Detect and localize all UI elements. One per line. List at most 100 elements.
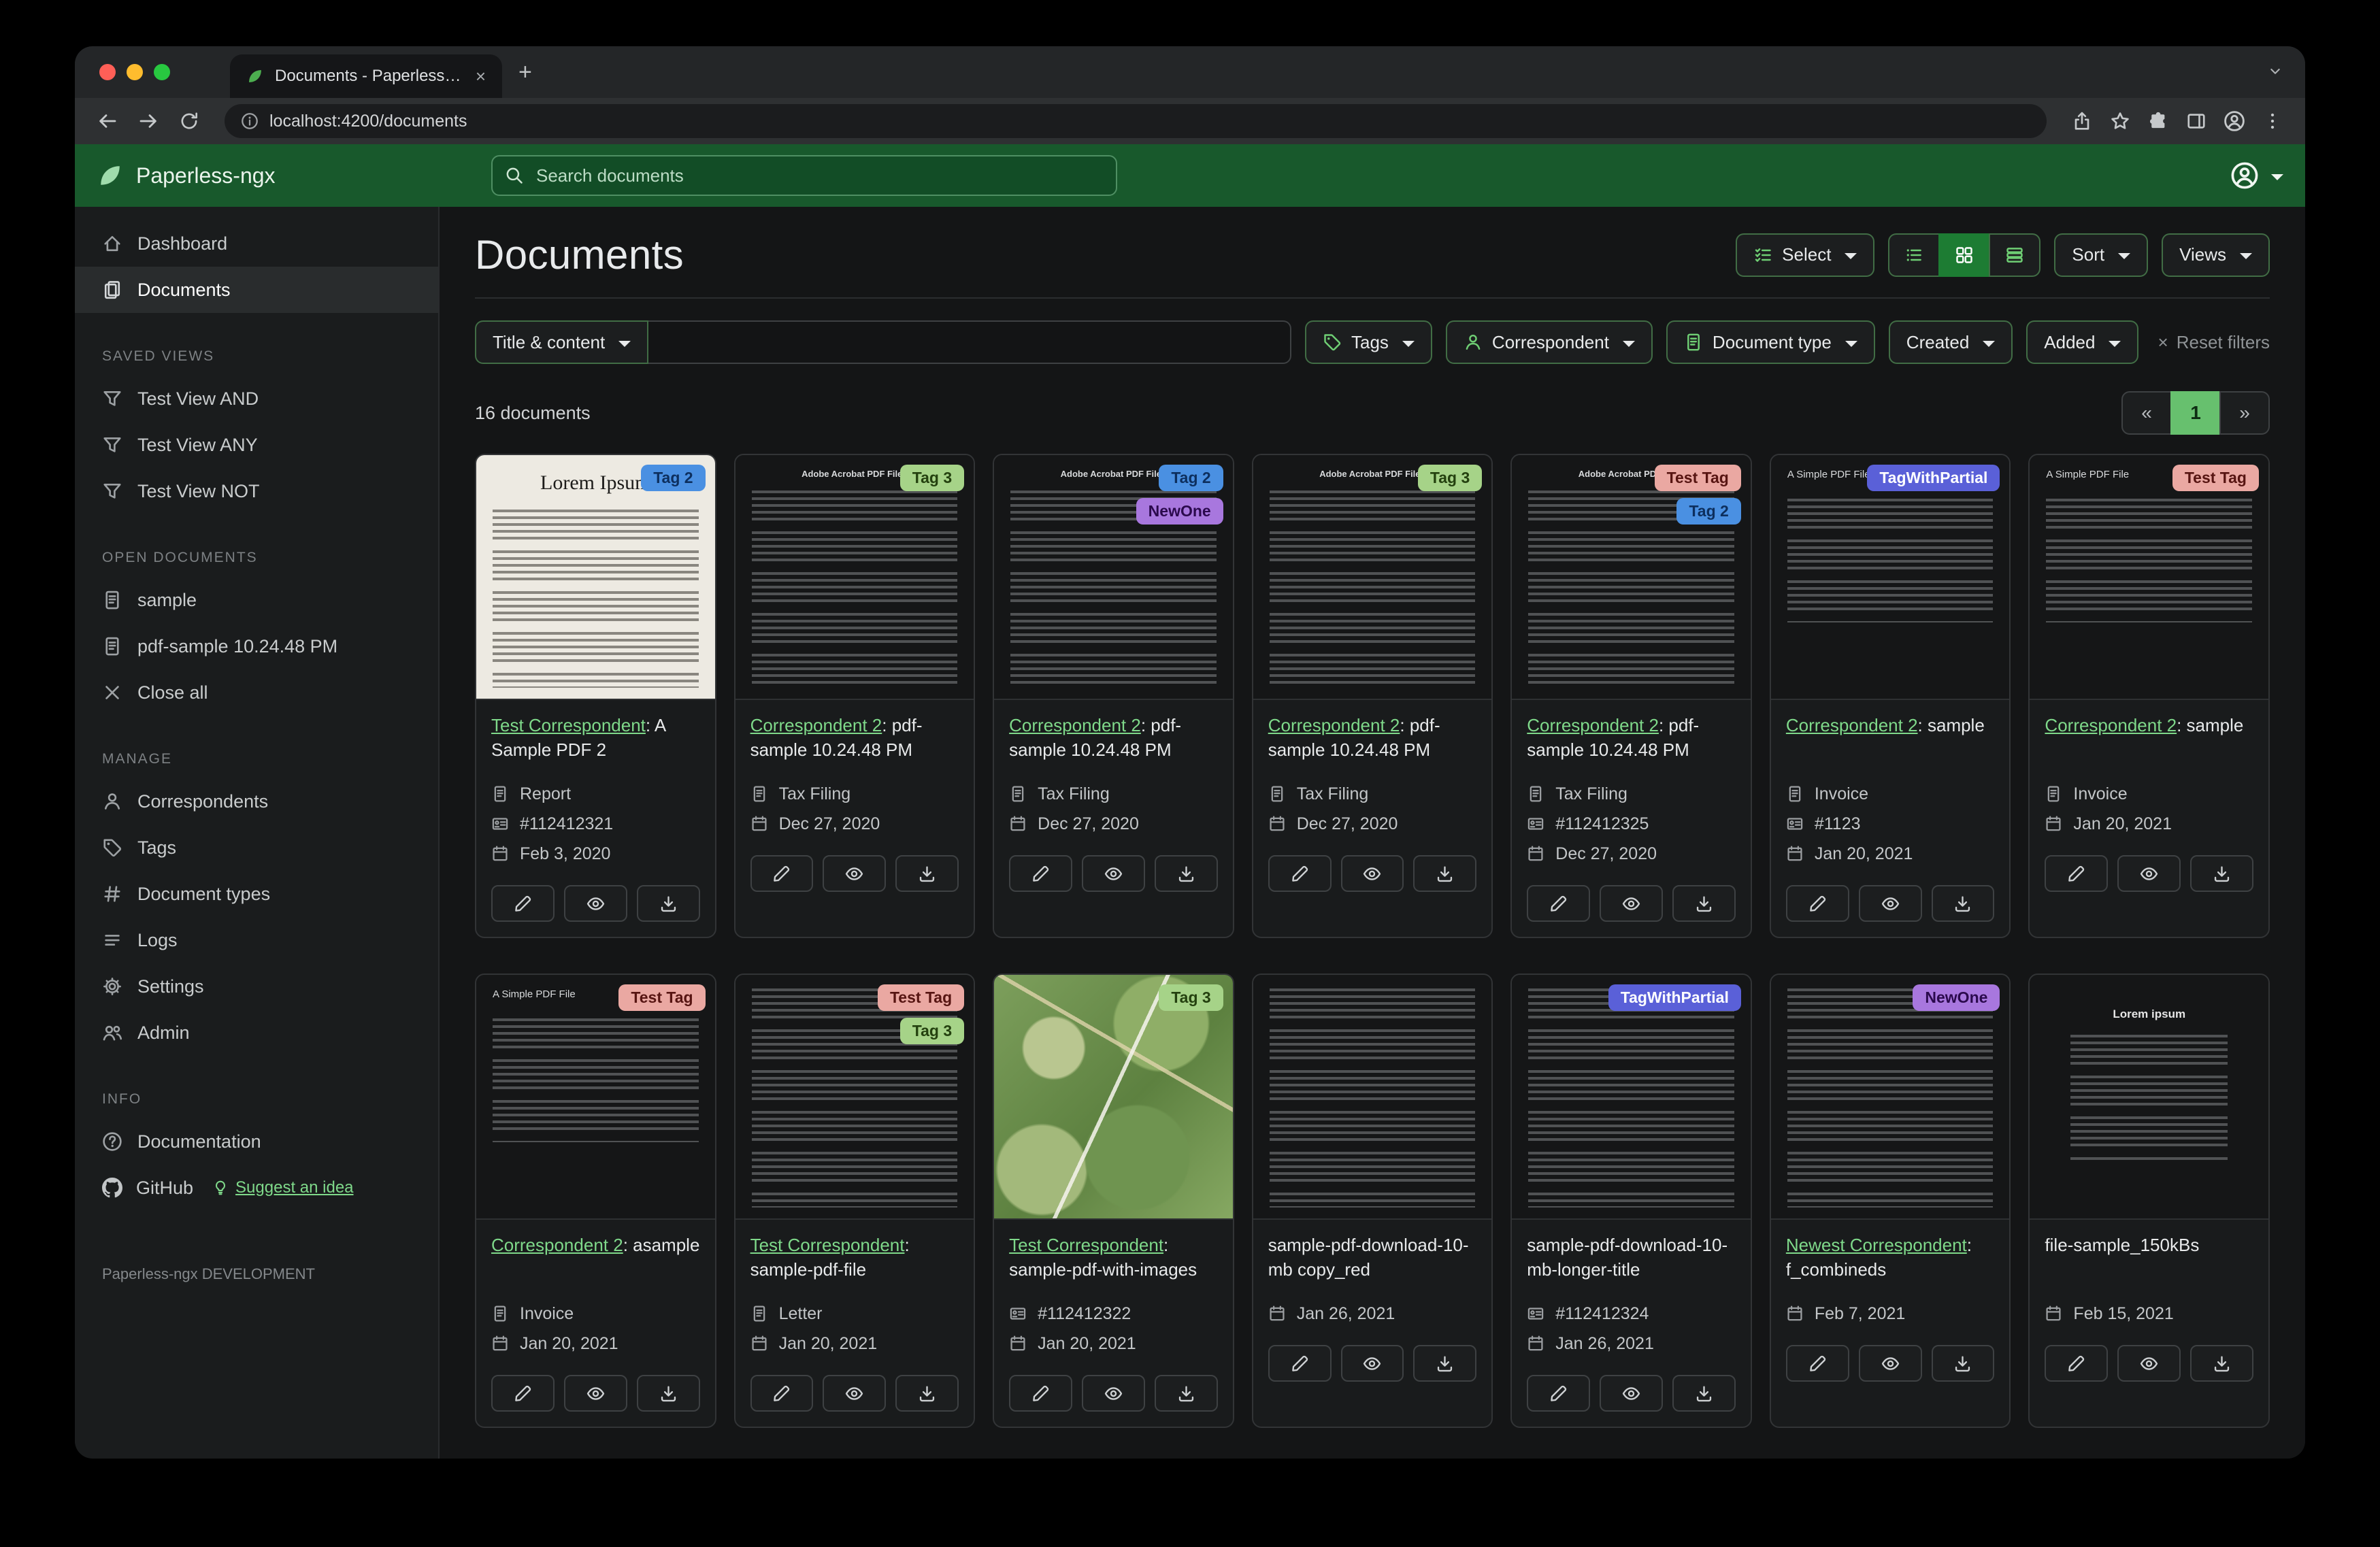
edit-button[interactable]: [750, 1375, 814, 1412]
reset-filters-button[interactable]: × Reset filters: [2158, 332, 2270, 353]
sidebar-item-document-types[interactable]: Document types: [75, 871, 438, 917]
download-button[interactable]: [1672, 1375, 1736, 1412]
edit-button[interactable]: [2045, 855, 2109, 892]
edit-button[interactable]: [1009, 855, 1072, 892]
sidebar-item-admin[interactable]: Admin: [75, 1010, 438, 1056]
forward-button[interactable]: [132, 105, 165, 137]
bookmark-star-icon[interactable]: [2104, 105, 2136, 137]
view-button[interactable]: [563, 885, 627, 922]
document-thumbnail[interactable]: Adobe Acrobat PDF Files Tag 2 NewOne: [994, 455, 1233, 700]
download-button[interactable]: [2190, 1345, 2253, 1382]
view-button[interactable]: [823, 855, 887, 892]
minimize-window-button[interactable]: [127, 64, 143, 80]
sidebar-item-settings[interactable]: Settings: [75, 963, 438, 1010]
view-button[interactable]: [1340, 855, 1404, 892]
tag-badge[interactable]: Test Tag: [2172, 465, 2259, 491]
share-icon[interactable]: [2066, 105, 2098, 137]
tab-search-icon[interactable]: [2267, 60, 2305, 85]
sidebar-item-tags[interactable]: Tags: [75, 825, 438, 871]
download-button[interactable]: [636, 1375, 700, 1412]
sidebar-item-documents[interactable]: Documents: [75, 267, 438, 313]
edit-button[interactable]: [1527, 1375, 1591, 1412]
download-button[interactable]: [1413, 1345, 1477, 1382]
document-thumbnail[interactable]: A Simple PDF File TagWithPartial: [1770, 455, 2010, 700]
views-button[interactable]: Views: [2162, 233, 2270, 277]
view-button[interactable]: [823, 1375, 887, 1412]
edit-button[interactable]: [1268, 855, 1332, 892]
download-button[interactable]: [895, 855, 959, 892]
edit-button[interactable]: [1785, 1345, 1849, 1382]
correspondent-link[interactable]: Test Correspondent: [491, 715, 646, 735]
document-thumbnail[interactable]: Adobe Acrobat PDF Files Test Tag Tag 2: [1512, 455, 1751, 700]
tag-badge[interactable]: NewOne: [1913, 984, 2000, 1011]
tag-badge[interactable]: Tag 3: [1417, 465, 1483, 491]
download-button[interactable]: [2190, 855, 2253, 892]
document-thumbnail[interactable]: Lorem Ipsum Tag 2: [476, 455, 715, 700]
url-bar[interactable]: localhost:4200/documents: [225, 104, 2047, 138]
added-filter-button[interactable]: Added: [2026, 320, 2139, 364]
sidebar-item-open-doc-sample[interactable]: sample: [75, 577, 438, 623]
document-thumbnail[interactable]: Test Tag Tag 3: [735, 975, 974, 1220]
correspondent-link[interactable]: Correspondent 2: [2045, 715, 2177, 735]
edit-button[interactable]: [491, 1375, 555, 1412]
edit-button[interactable]: [2045, 1345, 2109, 1382]
edit-button[interactable]: [1785, 885, 1849, 922]
tag-badge[interactable]: Tag 2: [1159, 465, 1223, 491]
tag-badge[interactable]: Test Tag: [877, 984, 965, 1011]
tag-badge[interactable]: Test Tag: [618, 984, 706, 1011]
sidebar-item-test-view-any[interactable]: Test View ANY: [75, 422, 438, 468]
document-thumbnail[interactable]: Tag 3: [994, 975, 1233, 1220]
document-thumbnail[interactable]: NewOne: [1770, 975, 2010, 1220]
document-thumbnail[interactable]: A Simple PDF File Test Tag: [476, 975, 715, 1220]
download-button[interactable]: [1154, 855, 1218, 892]
sort-button[interactable]: Sort: [2054, 233, 2149, 277]
correspondent-link[interactable]: Correspondent 2: [750, 715, 882, 735]
download-button[interactable]: [636, 885, 700, 922]
tag-badge[interactable]: Tag 2: [641, 465, 706, 491]
correspondent-filter-button[interactable]: Correspondent: [1445, 320, 1653, 364]
prev-page-button[interactable]: «: [2121, 391, 2172, 435]
view-button[interactable]: [1600, 885, 1663, 922]
tags-filter-button[interactable]: Tags: [1305, 320, 1432, 364]
detail-view-button[interactable]: [1989, 233, 2041, 277]
reload-button[interactable]: [173, 105, 205, 137]
document-thumbnail[interactable]: Lorem ipsum: [2030, 975, 2268, 1220]
view-button[interactable]: [1600, 1375, 1663, 1412]
download-button[interactable]: [1154, 1375, 1218, 1412]
site-info-icon[interactable]: [241, 112, 259, 130]
browser-tab[interactable]: Documents - Paperless-ngx ×: [230, 54, 502, 98]
correspondent-link[interactable]: Test Correspondent: [1009, 1235, 1163, 1255]
sidebar-item-documentation[interactable]: Documentation: [75, 1118, 438, 1165]
global-search-input[interactable]: [491, 155, 1117, 196]
correspondent-link[interactable]: Correspondent 2: [491, 1235, 623, 1255]
document-thumbnail[interactable]: A Simple PDF File Test Tag: [2030, 455, 2268, 700]
tag-badge[interactable]: TagWithPartial: [1608, 984, 1741, 1011]
view-button[interactable]: [1082, 1375, 1145, 1412]
edit-button[interactable]: [1268, 1345, 1332, 1382]
sidebar-item-correspondents[interactable]: Correspondents: [75, 778, 438, 825]
edit-button[interactable]: [1527, 885, 1591, 922]
correspondent-link[interactable]: Test Correspondent: [750, 1235, 905, 1255]
edit-button[interactable]: [1009, 1375, 1072, 1412]
grid-view-button[interactable]: [1938, 233, 1991, 277]
extensions-puzzle-icon[interactable]: [2142, 105, 2175, 137]
filter-query-input[interactable]: [648, 320, 1291, 364]
list-view-button[interactable]: [1888, 233, 1940, 277]
document-type-filter-button[interactable]: Document type: [1666, 320, 1875, 364]
zoom-window-button[interactable]: [154, 64, 170, 80]
tag-badge[interactable]: Tag 2: [1676, 498, 1741, 525]
current-page-button[interactable]: 1: [2170, 391, 2221, 435]
document-thumbnail[interactable]: [1253, 975, 1492, 1220]
correspondent-link[interactable]: Correspondent 2: [1009, 715, 1141, 735]
sidebar-item-open-doc-pdf-sample[interactable]: pdf-sample 10.24.48 PM: [75, 623, 438, 669]
view-button[interactable]: [1858, 1345, 1922, 1382]
title-content-dropdown[interactable]: Title & content: [475, 320, 649, 364]
correspondent-link[interactable]: Newest Correspondent: [1786, 1235, 1967, 1255]
tag-badge[interactable]: Tag 3: [1159, 984, 1223, 1011]
sidebar-item-github[interactable]: GitHub: [102, 1178, 193, 1199]
new-tab-button[interactable]: +: [502, 59, 548, 86]
correspondent-link[interactable]: Correspondent 2: [1527, 715, 1659, 735]
tag-badge[interactable]: NewOne: [1136, 498, 1223, 525]
download-button[interactable]: [895, 1375, 959, 1412]
edit-button[interactable]: [750, 855, 814, 892]
